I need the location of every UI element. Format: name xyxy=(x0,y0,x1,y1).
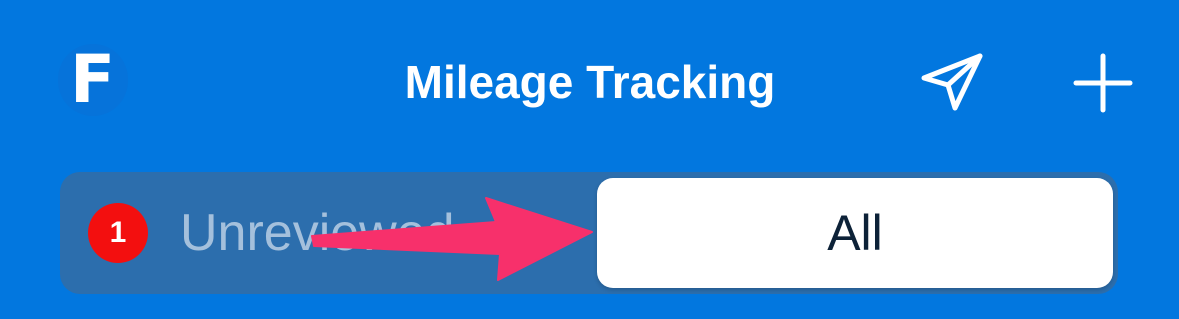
page-title: Mileage Tracking xyxy=(404,56,776,108)
segment-all[interactable]: All xyxy=(597,178,1113,288)
add-button[interactable] xyxy=(1070,50,1136,116)
send-button[interactable] xyxy=(918,50,986,112)
annotation-arrow-icon xyxy=(311,197,593,281)
unreviewed-count-badge: 1 xyxy=(88,203,148,263)
segment-all-label: All xyxy=(827,205,883,261)
app-logo[interactable]: F xyxy=(58,44,128,116)
nav-bar: F Mileage Tracking xyxy=(0,0,1179,165)
paper-plane-icon xyxy=(921,53,983,111)
plus-icon xyxy=(1073,53,1133,113)
